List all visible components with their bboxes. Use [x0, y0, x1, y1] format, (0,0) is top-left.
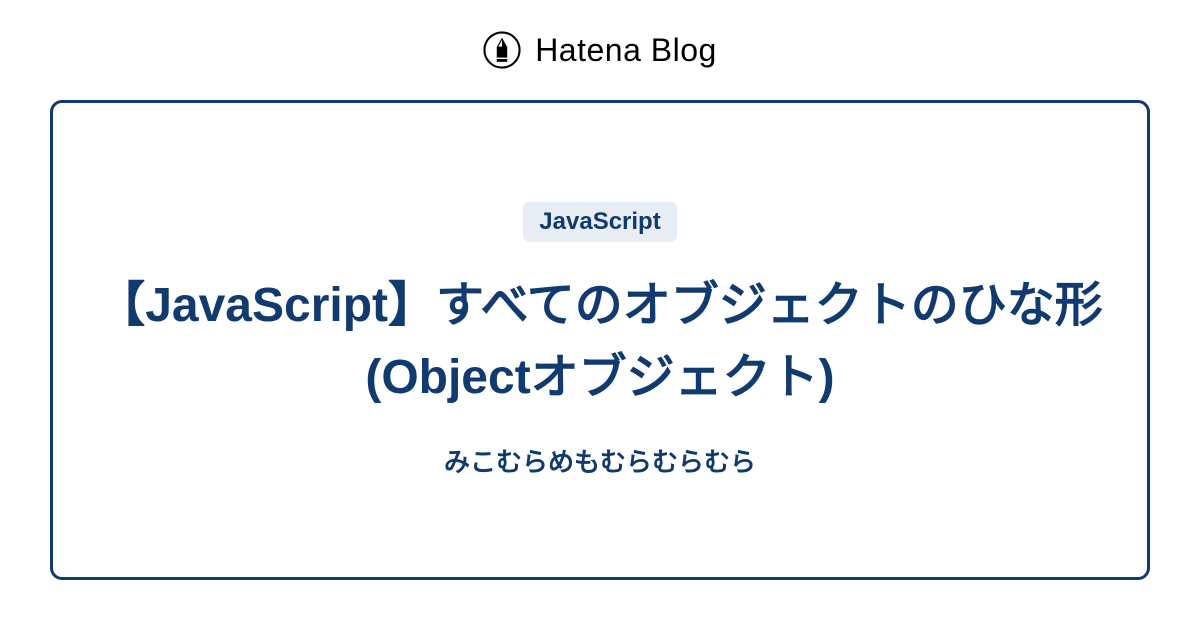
- hatena-pen-icon: [483, 31, 521, 69]
- header: Hatena Blog: [0, 0, 1200, 100]
- og-card: JavaScript 【JavaScript】すべてのオブジェクトのひな形 (O…: [50, 100, 1150, 580]
- article-title: 【JavaScript】すべてのオブジェクトのひな形 (Objectオブジェクト…: [93, 270, 1107, 414]
- category-tag: JavaScript: [523, 202, 676, 242]
- blog-author: みこむらめもむらむらむら: [444, 442, 756, 479]
- brand-name: Hatena Blog: [535, 32, 717, 69]
